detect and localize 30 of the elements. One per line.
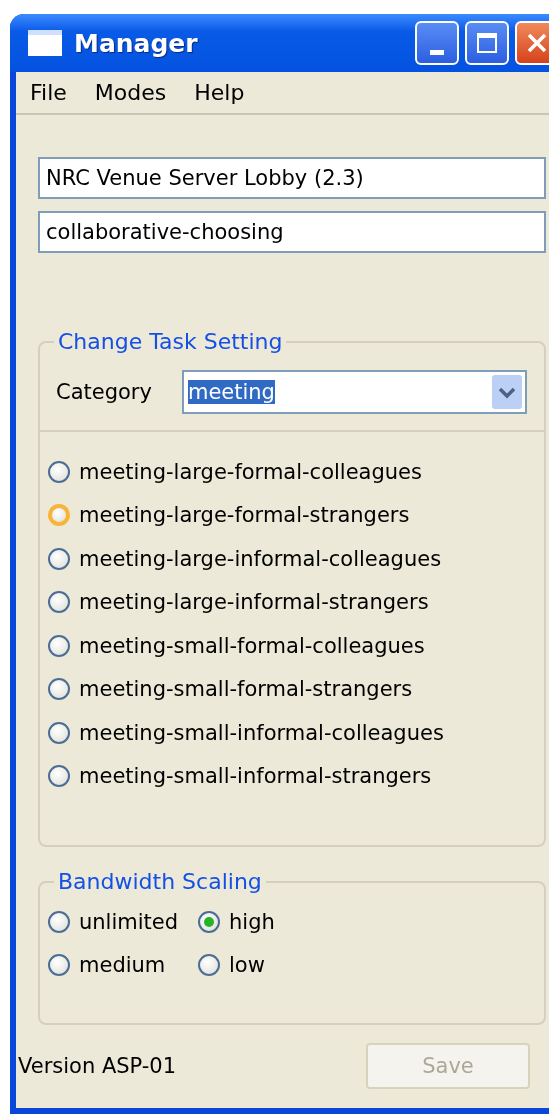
group-title: Bandwidth Scaling [57, 869, 263, 894]
radio-option[interactable]: meeting-large-formal-strangers [48, 493, 544, 537]
radio-option[interactable]: meeting-large-formal-colleagues [48, 450, 544, 494]
text-field[interactable]: NRC Venue Server Lobby (2.3) [38, 157, 546, 199]
maximize-button[interactable] [465, 21, 509, 65]
maximize-icon [475, 31, 499, 55]
window-icon [28, 30, 62, 56]
minimize-icon [430, 50, 444, 55]
radio-option[interactable]: meeting-small-formal-colleagues [48, 624, 544, 668]
version-label: Version ASP-01 [18, 1054, 177, 1078]
radio-option[interactable]: meeting-small-informal-strangers [48, 754, 544, 798]
menu-item[interactable]: Help [194, 80, 245, 105]
field-label: Category [56, 380, 152, 404]
radio-option[interactable]: low [198, 943, 348, 987]
text-field[interactable]: collaborative-choosing [38, 211, 546, 253]
radio-option[interactable]: medium [48, 943, 198, 987]
category-dropdown[interactable]: meeting [181, 370, 527, 414]
radio-option[interactable]: high [198, 900, 348, 944]
close-icon [525, 31, 549, 55]
radio-option[interactable]: meeting-small-formal-strangers [48, 667, 544, 711]
menu-item[interactable]: File [30, 80, 67, 105]
minimize-button[interactable] [415, 21, 459, 65]
group-title: Change Task Setting [57, 329, 284, 354]
window-title: Manager [74, 28, 199, 58]
radio-option[interactable]: unlimited [48, 900, 198, 944]
radio-option[interactable]: meeting-small-informal-colleagues [48, 711, 544, 755]
radio-option[interactable]: meeting-large-informal-colleagues [48, 537, 544, 581]
radio-option[interactable]: meeting-large-informal-strangers [48, 580, 544, 624]
close-button[interactable] [515, 21, 549, 65]
menu-item[interactable]: Modes [94, 80, 167, 105]
